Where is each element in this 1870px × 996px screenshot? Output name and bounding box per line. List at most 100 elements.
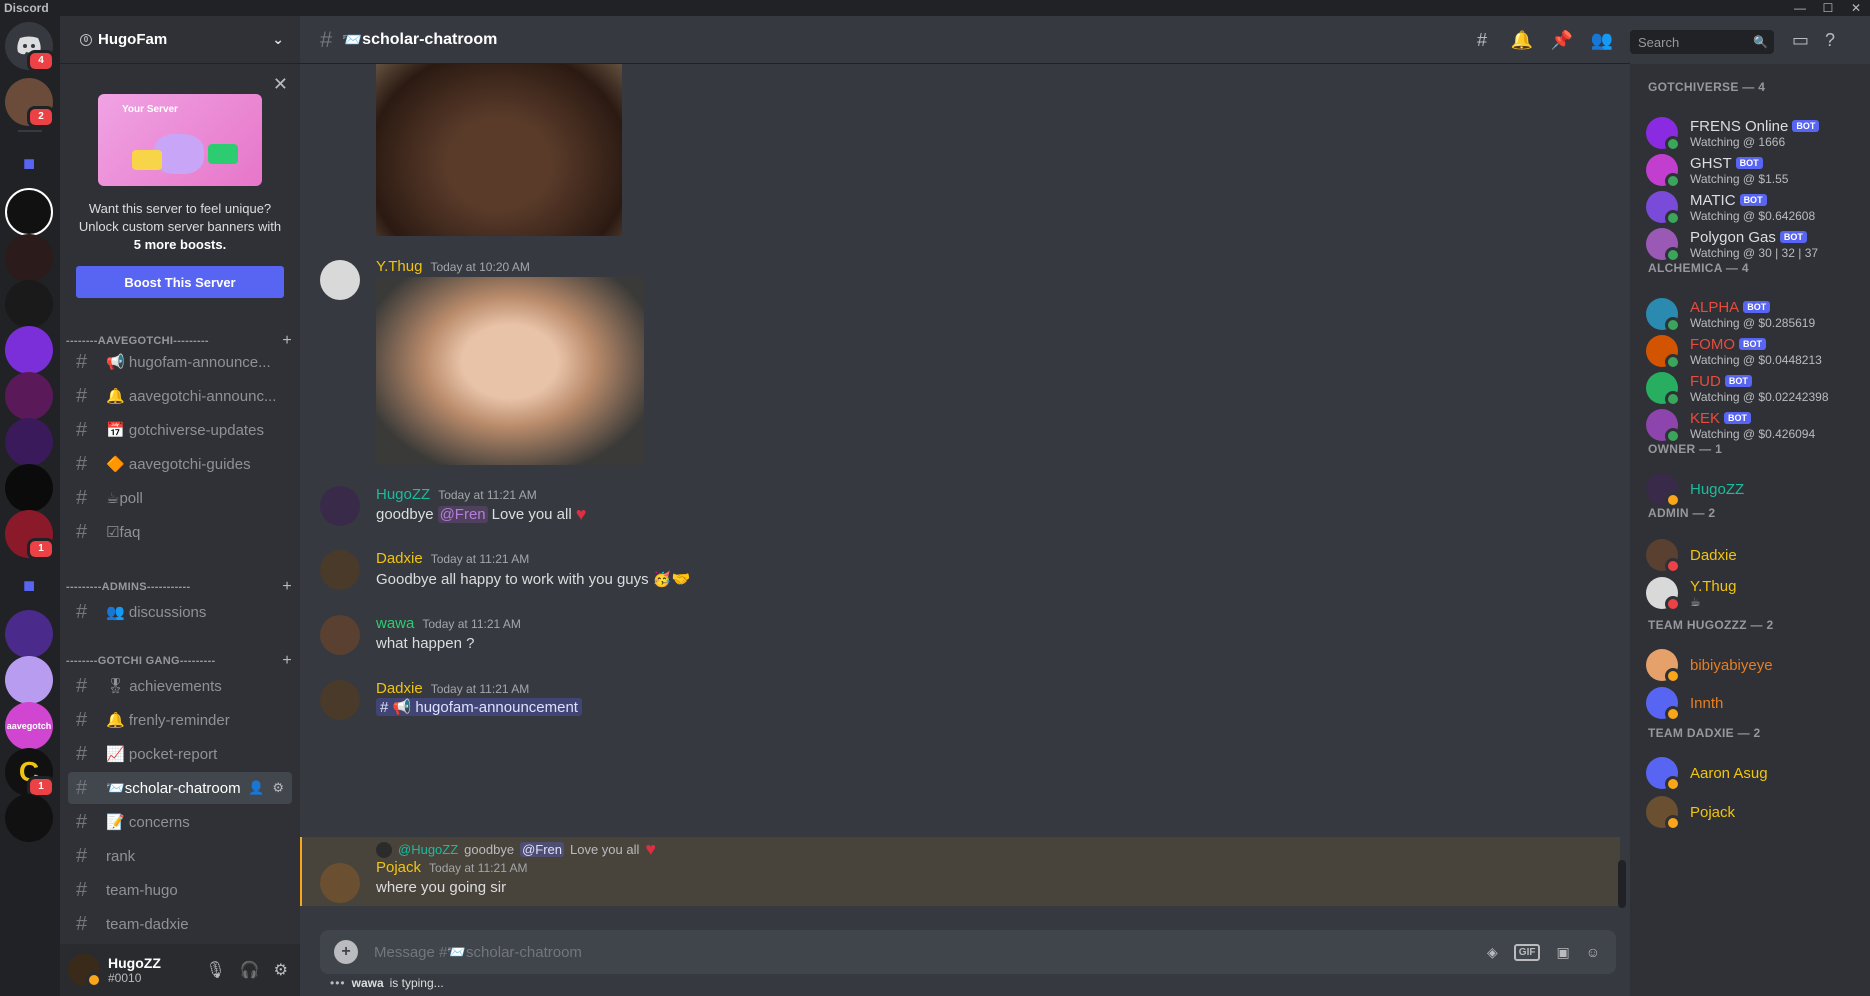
channel-discussions[interactable]: # 👥 discussions bbox=[68, 596, 292, 628]
message-author[interactable]: Pojack bbox=[376, 859, 421, 876]
member-item[interactable]: Aaron Asug bbox=[1646, 752, 1866, 794]
emoji-icon[interactable]: ☺ bbox=[1586, 944, 1600, 960]
avatar[interactable] bbox=[320, 615, 360, 655]
message-composer[interactable]: + Message #📨scholar-chatroom ◈ GIF ▣ ☺ bbox=[320, 930, 1616, 974]
pin-icon[interactable]: 📌 bbox=[1550, 30, 1574, 51]
member-item[interactable]: GHST BOT Watching @ $1.55 bbox=[1646, 149, 1866, 191]
bell-icon[interactable]: 🔔 bbox=[1510, 30, 1534, 51]
channel-faq[interactable]: # ☑ faq bbox=[68, 516, 292, 548]
channel-aavegotchi-announcements[interactable]: # 🔔 aavegotchi-announc... bbox=[68, 380, 292, 412]
message-image-baby[interactable] bbox=[376, 277, 644, 465]
channel-gotchiverse-updates[interactable]: # 📅 gotchiverse-updates bbox=[68, 414, 292, 446]
channel-mention-label: 📢 hugofam-announcement bbox=[392, 699, 578, 716]
home-button[interactable]: 4 bbox=[5, 22, 55, 72]
channel-team-dadxie[interactable]: # team-dadxie bbox=[68, 908, 292, 940]
server-pink-ring[interactable] bbox=[5, 372, 53, 420]
upload-plus-icon[interactable]: + bbox=[334, 940, 358, 964]
gif-button[interactable]: GIF bbox=[1513, 943, 1541, 961]
gear-icon[interactable]: ⚙ bbox=[272, 780, 284, 796]
member-item[interactable]: Dadxie bbox=[1646, 534, 1866, 576]
message-content: goodbye @Fren Love you all ♥ bbox=[376, 504, 586, 525]
category-admins[interactable]: ---------ADMINS----------- + bbox=[66, 578, 292, 596]
message-author[interactable]: Y.Thug bbox=[376, 258, 422, 275]
member-item[interactable]: HugoZZ bbox=[1646, 468, 1866, 510]
threads-icon[interactable]: # bbox=[1470, 30, 1494, 51]
add-channel-icon[interactable]: + bbox=[282, 652, 292, 670]
folder-icon-2[interactable]: ■ bbox=[5, 562, 53, 610]
avatar[interactable] bbox=[320, 863, 360, 903]
server-animal[interactable] bbox=[5, 464, 53, 512]
gear-icon[interactable]: ⚙ bbox=[274, 960, 288, 980]
channel-frenly-reminder[interactable]: # 🔔 frenly-reminder bbox=[68, 704, 292, 736]
microphone-icon[interactable]: 🎙 bbox=[205, 960, 225, 980]
member-item[interactable]: KEK BOT Watching @ $0.426094 bbox=[1646, 404, 1866, 446]
message-input[interactable]: Message #📨scholar-chatroom bbox=[374, 943, 582, 961]
nitro-gift-icon[interactable]: ◈ bbox=[1487, 944, 1498, 961]
avatar[interactable] bbox=[320, 550, 360, 590]
channel-poll[interactable]: # ☕ poll bbox=[68, 482, 292, 514]
message-author[interactable]: Dadxie bbox=[376, 680, 423, 697]
folder-icon[interactable]: ■ bbox=[5, 140, 53, 188]
search-input[interactable]: Search 🔍 bbox=[1630, 30, 1774, 54]
boost-server-button[interactable]: Boost This Server bbox=[76, 266, 284, 298]
message-image-face[interactable] bbox=[376, 64, 622, 236]
server-ghost-club[interactable] bbox=[5, 610, 53, 658]
member-item[interactable]: Pojack bbox=[1646, 791, 1866, 833]
minimize-button[interactable]: — bbox=[1786, 0, 1814, 16]
member-item[interactable]: FOMO BOT Watching @ $0.0448213 bbox=[1646, 330, 1866, 372]
server-purple-ring[interactable] bbox=[5, 418, 53, 466]
channel-hugofam-announcements[interactable]: # 📢 hugofam-announce... bbox=[68, 346, 292, 378]
add-channel-icon[interactable]: + bbox=[282, 578, 292, 596]
inbox-icon[interactable]: ▭ bbox=[1792, 30, 1809, 51]
channel-aavegotchi-guides[interactable]: # 🔶 aavegotchi-guides bbox=[68, 448, 292, 480]
server-orb[interactable] bbox=[5, 280, 53, 328]
avatar[interactable] bbox=[320, 680, 360, 720]
member-item[interactable]: bibiyabiyeye bbox=[1646, 644, 1866, 686]
scrollbar[interactable] bbox=[1618, 860, 1626, 908]
server-aavegotchi[interactable]: aavegotch bbox=[5, 702, 53, 750]
channel-mention[interactable]: # 📢 hugofam-announcement bbox=[376, 698, 582, 716]
help-icon[interactable]: ? bbox=[1825, 30, 1835, 51]
close-icon[interactable]: ✕ bbox=[273, 74, 288, 95]
role-mention[interactable]: @Fren bbox=[437, 506, 488, 523]
channel-rank[interactable]: # rank bbox=[68, 840, 292, 872]
member-item[interactable]: Polygon Gas BOT Watching @ 30 | 32 | 37 bbox=[1646, 223, 1866, 265]
server-cube[interactable] bbox=[5, 326, 53, 374]
message-author[interactable]: HugoZZ bbox=[376, 486, 430, 503]
category-gotchi-gang[interactable]: --------GOTCHI GANG--------- + bbox=[66, 652, 292, 670]
server-pirate[interactable] bbox=[5, 794, 53, 842]
dm-avatar[interactable]: 2 bbox=[5, 78, 55, 128]
maximize-button[interactable]: ☐ bbox=[1814, 0, 1842, 16]
member-category: OWNER — 1 bbox=[1648, 442, 1723, 456]
channel-label: faq bbox=[119, 523, 141, 541]
member-item[interactable]: MATIC BOT Watching @ $0.642608 bbox=[1646, 186, 1866, 228]
channel-concerns[interactable]: # 📝 concerns bbox=[68, 806, 292, 838]
message-author[interactable]: wawa bbox=[376, 615, 414, 632]
members-icon[interactable]: 👥 bbox=[1590, 30, 1614, 51]
server-hat[interactable] bbox=[5, 234, 53, 282]
server-moon[interactable]: C 1 bbox=[5, 748, 55, 798]
close-button[interactable]: ✕ bbox=[1842, 0, 1870, 16]
server-ghost[interactable] bbox=[5, 656, 53, 704]
member-item[interactable]: FUD BOT Watching @ $0.02242398 bbox=[1646, 367, 1866, 409]
member-item[interactable]: Y.Thug ☕ bbox=[1646, 572, 1866, 614]
avatar[interactable] bbox=[320, 260, 360, 300]
avatar[interactable] bbox=[320, 486, 360, 526]
member-item[interactable]: ALPHA BOT Watching @ $0.285619 bbox=[1646, 293, 1866, 335]
channel-scholar-chatroom[interactable]: # 📨 scholar-chatroom 👤 ⚙ bbox=[68, 772, 292, 804]
reply-preview[interactable]: @HugoZZ goodbye @Fren Love you all ♥ bbox=[376, 839, 656, 860]
invite-icon[interactable]: 👤 bbox=[248, 780, 264, 796]
sticker-icon[interactable]: ▣ bbox=[1556, 944, 1569, 961]
channel-emoji: 📨 bbox=[342, 31, 363, 49]
server-aa[interactable] bbox=[5, 188, 53, 236]
server-skull[interactable]: 1 bbox=[5, 510, 55, 560]
channel-achievements[interactable]: # 🎖 achievements bbox=[68, 670, 292, 702]
guild-header[interactable]: 0 HugoFam ⌄ bbox=[60, 16, 300, 64]
message-author[interactable]: Dadxie bbox=[376, 550, 423, 567]
channel-pocket-report[interactable]: # 📈 pocket-report bbox=[68, 738, 292, 770]
member-item[interactable]: Innth bbox=[1646, 682, 1866, 724]
member-item[interactable]: FRENS Online BOT Watching @ 1666 bbox=[1646, 112, 1866, 154]
headphones-icon[interactable]: 🎧 bbox=[240, 960, 260, 980]
channel-team-hugo[interactable]: # team-hugo bbox=[68, 874, 292, 906]
avatar[interactable] bbox=[68, 954, 102, 988]
